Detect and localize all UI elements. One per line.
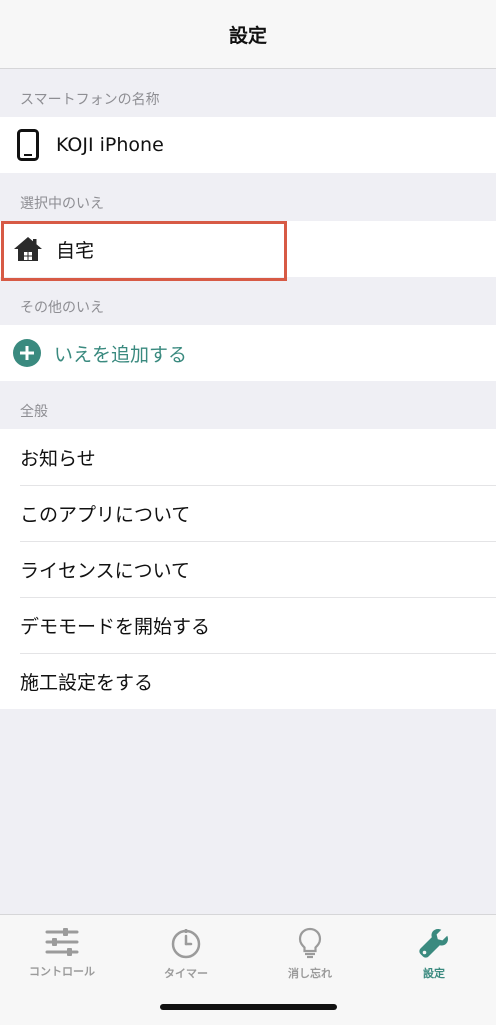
general-group: お知らせ このアプリについて ライセンスについて デモモードを開始する 施工設定… xyxy=(0,429,496,709)
tab-label: 設定 xyxy=(423,967,445,980)
menu-item-label: ライセンスについて xyxy=(20,559,191,582)
home-indicator xyxy=(160,1004,337,1010)
menu-item-notifications[interactable]: お知らせ xyxy=(0,429,496,485)
menu-item-label: お知らせ xyxy=(20,447,96,470)
phone-name-group: KOJI iPhone xyxy=(0,117,496,173)
add-home-label: いえを追加する xyxy=(54,343,188,366)
sliders-icon xyxy=(45,928,79,956)
device-name-row[interactable]: KOJI iPhone xyxy=(0,117,496,173)
section-header-general: 全般 xyxy=(20,404,48,420)
other-homes-group: いえを追加する xyxy=(0,325,496,381)
menu-item-label: 施工設定をする xyxy=(20,671,154,694)
section-header-other-homes: その他のいえ xyxy=(20,300,104,316)
menu-item-label: このアプリについて xyxy=(20,503,191,526)
selected-home-row[interactable]: 自宅 xyxy=(0,221,496,277)
page-title: 設定 xyxy=(228,24,267,47)
menu-item-demo-mode[interactable]: デモモードを開始する xyxy=(0,597,496,653)
selected-home-name: 自宅 xyxy=(56,239,95,262)
house-icon xyxy=(0,236,56,262)
device-name: KOJI iPhone xyxy=(56,134,164,156)
add-home-button[interactable]: いえを追加する xyxy=(0,325,496,381)
section-header-phone-name: スマートフォンの名称 xyxy=(20,92,160,108)
selected-home-group: 自宅 xyxy=(0,221,496,277)
menu-item-licenses[interactable]: ライセンスについて xyxy=(0,541,496,597)
tab-settings[interactable]: 設定 xyxy=(372,915,496,1025)
tab-label: 消し忘れ xyxy=(288,967,332,980)
section-header-selected-home: 選択中のいえ xyxy=(20,196,104,212)
tab-label: コントロール xyxy=(29,965,95,978)
add-circle-icon xyxy=(0,339,54,367)
menu-item-label: デモモードを開始する xyxy=(20,615,211,638)
tab-label: タイマー xyxy=(164,967,208,980)
menu-item-installation-settings[interactable]: 施工設定をする xyxy=(0,653,496,709)
tab-control[interactable]: コントロール xyxy=(0,915,124,1025)
smartphone-icon xyxy=(0,129,56,161)
lightbulb-icon xyxy=(298,927,322,959)
wrench-icon xyxy=(419,929,448,958)
navigation-bar: 設定 xyxy=(0,0,496,69)
timer-icon xyxy=(171,929,201,959)
menu-item-about-app[interactable]: このアプリについて xyxy=(0,485,496,541)
